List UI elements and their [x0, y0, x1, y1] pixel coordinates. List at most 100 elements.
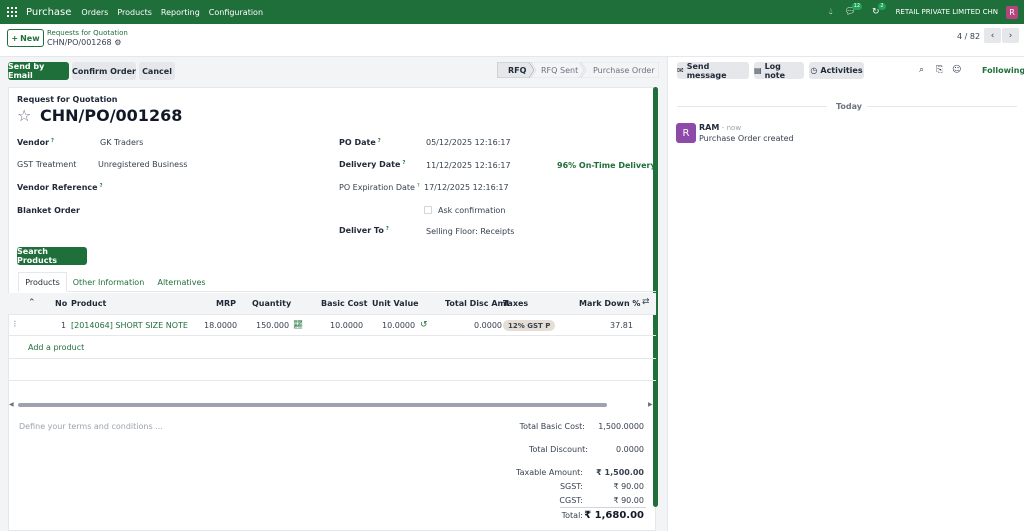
terms-input[interactable]: Define your terms and conditions ... — [19, 422, 163, 431]
menu-products[interactable]: Products — [117, 8, 152, 17]
tab-other-information[interactable]: Other Information — [71, 272, 146, 292]
delivery-date-label: Delivery Date? — [339, 160, 406, 169]
page-title: CHN/PO/001268 — [40, 106, 183, 125]
activities-button[interactable]: ◷ Activities — [809, 62, 864, 79]
po-expiration-label: PO Expiration Date? — [339, 183, 420, 192]
po-date-label: PO Date? — [339, 138, 381, 147]
row-mark-down[interactable]: 37.81 — [610, 321, 633, 330]
total-basic-cost-value: 1,500.0000 — [598, 422, 644, 431]
tab-products[interactable]: Products — [18, 272, 67, 292]
notebook-tabs: Products Other Information Alternatives — [18, 272, 656, 292]
log-note-button[interactable]: ▤ Log note — [754, 62, 804, 80]
drag-handle-icon[interactable]: ⠇ — [13, 320, 19, 329]
col-no[interactable]: No — [55, 299, 67, 308]
cancel-button[interactable]: Cancel — [139, 62, 175, 80]
total-basic-cost-label: Total Basic Cost: — [519, 422, 585, 431]
message-avatar[interactable]: R — [676, 123, 696, 143]
star-icon[interactable]: ☆ — [17, 106, 31, 125]
chevron-right-icon: › — [1008, 30, 1013, 41]
pager-value[interactable]: 4 / 82 — [957, 32, 980, 41]
cgst-value: ₹ 90.00 — [613, 496, 644, 505]
gst-treatment-field[interactable]: Unregistered Business — [98, 160, 187, 169]
gear-icon[interactable]: ⚙ — [114, 38, 121, 47]
horizontal-scrollbar[interactable] — [18, 403, 607, 407]
confirm-order-button[interactable]: Confirm Order — [72, 62, 136, 80]
scroll-right-icon[interactable]: ▶ — [648, 401, 653, 408]
col-taxes[interactable]: Taxes — [503, 299, 528, 308]
app-name[interactable]: Purchase — [26, 7, 71, 18]
message-time: - now — [721, 124, 742, 132]
tab-alternatives[interactable]: Alternatives — [154, 272, 209, 292]
tax-badge[interactable]: 12% GST P — [503, 320, 556, 331]
menu-orders[interactable]: Orders — [81, 8, 108, 17]
po-date-field[interactable]: 05/12/2025 12:16:17 — [426, 138, 511, 147]
drop-icon[interactable]: 💧︎ — [829, 7, 833, 17]
row-quantity[interactable]: 150.000 — [256, 321, 289, 330]
ask-confirmation-label: Ask confirmation — [438, 206, 506, 215]
scroll-left-icon[interactable]: ◀ — [9, 401, 14, 408]
paperclip-icon[interactable]: ⎘ — [936, 65, 943, 75]
optional-columns-icon[interactable]: ⇄ — [642, 297, 650, 307]
row-basic-cost[interactable]: 10.0000 — [330, 321, 363, 330]
row-divider — [8, 358, 656, 359]
col-total-disc-amt[interactable]: Total Disc Amt — [445, 299, 510, 308]
clock-icon: ◷ — [810, 66, 818, 75]
status-rfq-sent-label: RFQ Sent — [541, 66, 579, 75]
delivery-date-field[interactable]: 11/12/2025 12:16:17 — [426, 161, 511, 170]
col-mark-down[interactable]: Mark Down % — [579, 299, 640, 308]
col-basic-cost[interactable]: Basic Cost — [321, 299, 367, 308]
menu-reporting[interactable]: Reporting — [161, 8, 200, 17]
row-mrp[interactable]: 18.0000 — [204, 321, 237, 330]
top-navbar: Purchase Orders Products Reporting Confi… — [0, 0, 1024, 24]
forecast-chart-icon[interactable]: 📈︎ — [293, 320, 303, 329]
note-icon: ▤ — [754, 66, 762, 75]
deliver-to-label: Deliver To? — [339, 226, 389, 235]
send-email-button[interactable]: Send by Email — [8, 62, 69, 80]
new-button[interactable]: + New — [7, 29, 44, 47]
total-discount-value: 0.0000 — [616, 445, 644, 454]
col-mrp[interactable]: MRP — [216, 299, 236, 308]
row-total-disc[interactable]: 0.0000 — [474, 321, 502, 330]
chat-icon[interactable]: 💬︎ 12 — [845, 3, 863, 17]
breadcrumb-parent[interactable]: Requests for Quotation — [47, 29, 128, 37]
company-switcher[interactable]: RETAIL PRIVATE LIMITED CHN — [896, 8, 998, 16]
col-unit-value[interactable]: Unit Value — [372, 299, 419, 308]
col-product[interactable]: Product — [71, 299, 106, 308]
po-expiration-field[interactable]: 17/12/2025 12:16:17 — [424, 183, 509, 192]
reset-icon[interactable]: ↺ — [420, 320, 428, 330]
followers-icon[interactable]: ☺ — [952, 65, 961, 75]
chevron-up-icon[interactable]: ⌃ — [28, 298, 36, 308]
search-icon[interactable]: ⌕ — [919, 65, 924, 75]
on-time-delivery[interactable]: 96% On-Time Delivery — [557, 161, 656, 170]
total-divider — [560, 507, 646, 508]
chat-badge: 12 — [851, 3, 863, 10]
activity-icon[interactable]: ↻ 2 — [872, 3, 886, 17]
message-body: Purchase Order created — [699, 134, 794, 143]
total-discount-label: Total Discount: — [528, 445, 588, 454]
total-value: ₹ 1,680.00 — [584, 510, 644, 521]
taxable-amount-label: Taxable Amount: — [516, 468, 583, 477]
row-unit-value[interactable]: 10.0000 — [382, 321, 415, 330]
send-message-button[interactable]: ✉ Send message — [677, 62, 749, 80]
ask-confirmation-checkbox[interactable] — [424, 206, 432, 214]
message-author[interactable]: RAM — [699, 123, 719, 132]
col-quantity[interactable]: Quantity — [252, 299, 291, 308]
menu-configuration[interactable]: Configuration — [209, 8, 263, 17]
user-avatar[interactable]: R — [1006, 5, 1018, 19]
search-products-button[interactable]: Search Products — [17, 247, 87, 265]
vendor-label: Vendor? — [17, 138, 54, 147]
deliver-to-field[interactable]: Selling Floor: Receipts — [426, 227, 514, 236]
add-product-link[interactable]: Add a product — [28, 343, 84, 352]
apps-menu-icon[interactable] — [7, 7, 17, 17]
pager-previous-button[interactable]: ‹ — [984, 28, 1001, 43]
envelope-icon: ✉ — [677, 66, 684, 75]
taxable-amount-value: ₹ 1,500.00 — [596, 468, 644, 477]
vendor-field[interactable]: GK Traders — [100, 138, 143, 147]
status-rfq-label: RFQ — [508, 66, 527, 75]
gst-treatment-label: GST Treatment — [17, 160, 77, 169]
row-product[interactable]: [2014064] SHORT SIZE NOTE — [71, 321, 188, 330]
following-button[interactable]: Following — [982, 66, 1024, 75]
date-divider-left — [677, 106, 827, 107]
pager-next-button[interactable]: › — [1002, 28, 1019, 43]
activity-badge: 2 — [878, 3, 886, 10]
